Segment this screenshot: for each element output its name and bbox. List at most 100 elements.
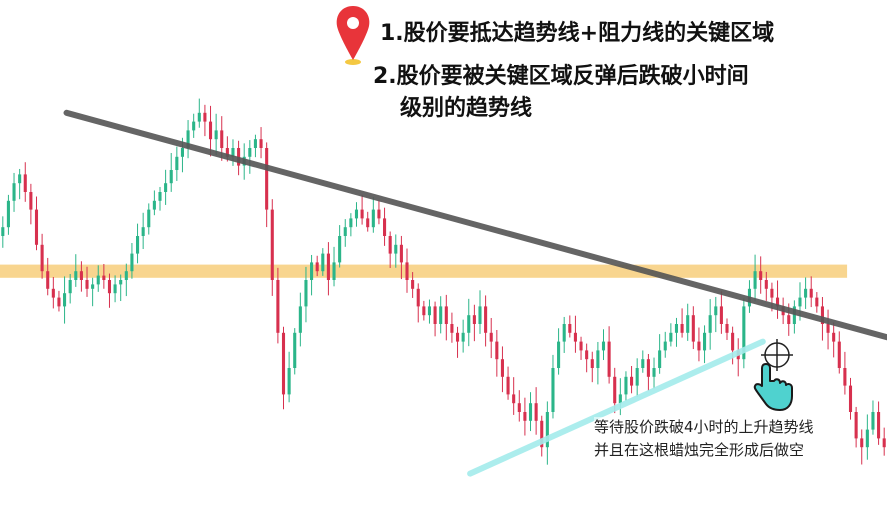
candle-body <box>691 315 695 342</box>
candle-body <box>804 288 808 298</box>
candle-body <box>557 341 561 368</box>
candle-body <box>405 262 409 280</box>
candle-body <box>34 209 39 245</box>
candle-body <box>51 288 55 298</box>
candle-body <box>433 306 437 324</box>
candle-body <box>877 412 881 439</box>
candle-body <box>517 403 521 412</box>
candle-body <box>551 368 555 412</box>
candle-body <box>703 332 707 351</box>
candle-body <box>287 368 291 395</box>
candle-body <box>248 148 252 157</box>
caption-line-1: 等待股价跌破4小时的上升趋势线 <box>594 417 814 437</box>
candle-body <box>124 271 128 280</box>
candle-body <box>399 244 403 263</box>
candle-body <box>506 376 510 395</box>
candle-body <box>860 438 864 448</box>
candle-body <box>315 262 319 272</box>
candle-body <box>197 112 201 122</box>
candle-body <box>854 412 858 439</box>
candle-body <box>770 288 774 298</box>
candle-body <box>613 376 617 404</box>
candle-body <box>512 394 516 404</box>
candle-body <box>601 341 606 351</box>
candle-body <box>731 332 735 351</box>
candle-body <box>354 209 359 219</box>
candle-body <box>787 315 791 324</box>
candle-body <box>147 209 151 228</box>
candle-body <box>23 174 27 192</box>
candle-body <box>467 315 471 333</box>
candle-body <box>203 112 207 122</box>
candle-body <box>164 183 168 192</box>
candle-body <box>130 253 134 272</box>
candle-body <box>708 315 712 333</box>
candle-body <box>826 324 830 333</box>
candle-body <box>837 341 841 368</box>
candle-body <box>725 324 729 333</box>
candle-body <box>377 209 381 219</box>
candle-body <box>680 324 684 333</box>
candle-body <box>214 130 218 140</box>
candle-body <box>332 262 336 280</box>
candle-body <box>276 280 280 333</box>
candle-body <box>343 227 347 236</box>
candle-body <box>832 332 836 342</box>
candle-body <box>1 227 5 236</box>
candle-body <box>489 332 493 342</box>
candle-body <box>478 306 482 324</box>
candle-body <box>843 368 847 386</box>
candle-body <box>40 244 44 272</box>
candle-body <box>630 376 634 386</box>
downtrend-line <box>63 109 887 341</box>
candle-body <box>809 288 813 298</box>
candle-body <box>450 324 454 333</box>
candle-body <box>871 412 875 430</box>
candle-body <box>259 139 263 148</box>
caption-line-2: 并且在这根蜡烛完全形成后做空 <box>594 440 805 460</box>
candle-body <box>68 280 72 294</box>
candle-body <box>411 280 415 289</box>
candle-body <box>293 332 297 368</box>
candle-body <box>585 350 589 360</box>
candle-body <box>18 174 22 184</box>
candle-body <box>759 271 763 280</box>
location-pin-icon <box>336 6 370 65</box>
candle-body <box>596 350 600 368</box>
candle-body <box>270 209 274 280</box>
candle-body <box>534 403 538 421</box>
candle-body <box>12 183 16 201</box>
candle-body <box>416 288 420 307</box>
candle-body <box>714 306 718 316</box>
candle-body <box>119 280 123 285</box>
candle-body <box>528 403 533 421</box>
candle-body <box>360 209 364 219</box>
candle-body <box>321 253 325 272</box>
candle-body <box>590 359 594 368</box>
candle-body <box>455 332 460 342</box>
candle-body <box>882 438 886 448</box>
candle-body <box>764 280 768 289</box>
candle-body <box>6 200 10 228</box>
candle-body <box>422 306 426 316</box>
candle-body <box>439 306 443 324</box>
candle-body <box>192 121 196 131</box>
candle-body <box>848 385 853 412</box>
candle-body <box>85 280 89 289</box>
candle-body <box>113 284 117 294</box>
candle-body <box>220 130 224 148</box>
candle-body <box>326 253 330 280</box>
candle-body <box>265 148 269 210</box>
candle-body <box>697 341 701 351</box>
candle-body <box>281 332 286 395</box>
note-line-1: 1.股价要抵达趋势线+阻力线的关键区域 <box>380 21 775 46</box>
candle-body <box>371 209 375 228</box>
candle-body <box>652 368 656 377</box>
candle-body <box>338 236 342 263</box>
note-line-3: 级别的趋势线 <box>400 96 533 121</box>
candle-body <box>180 148 184 157</box>
pointer-hand-icon <box>753 363 793 411</box>
candle-body <box>686 315 690 333</box>
candle-body <box>495 341 499 360</box>
candle-body <box>310 262 314 280</box>
